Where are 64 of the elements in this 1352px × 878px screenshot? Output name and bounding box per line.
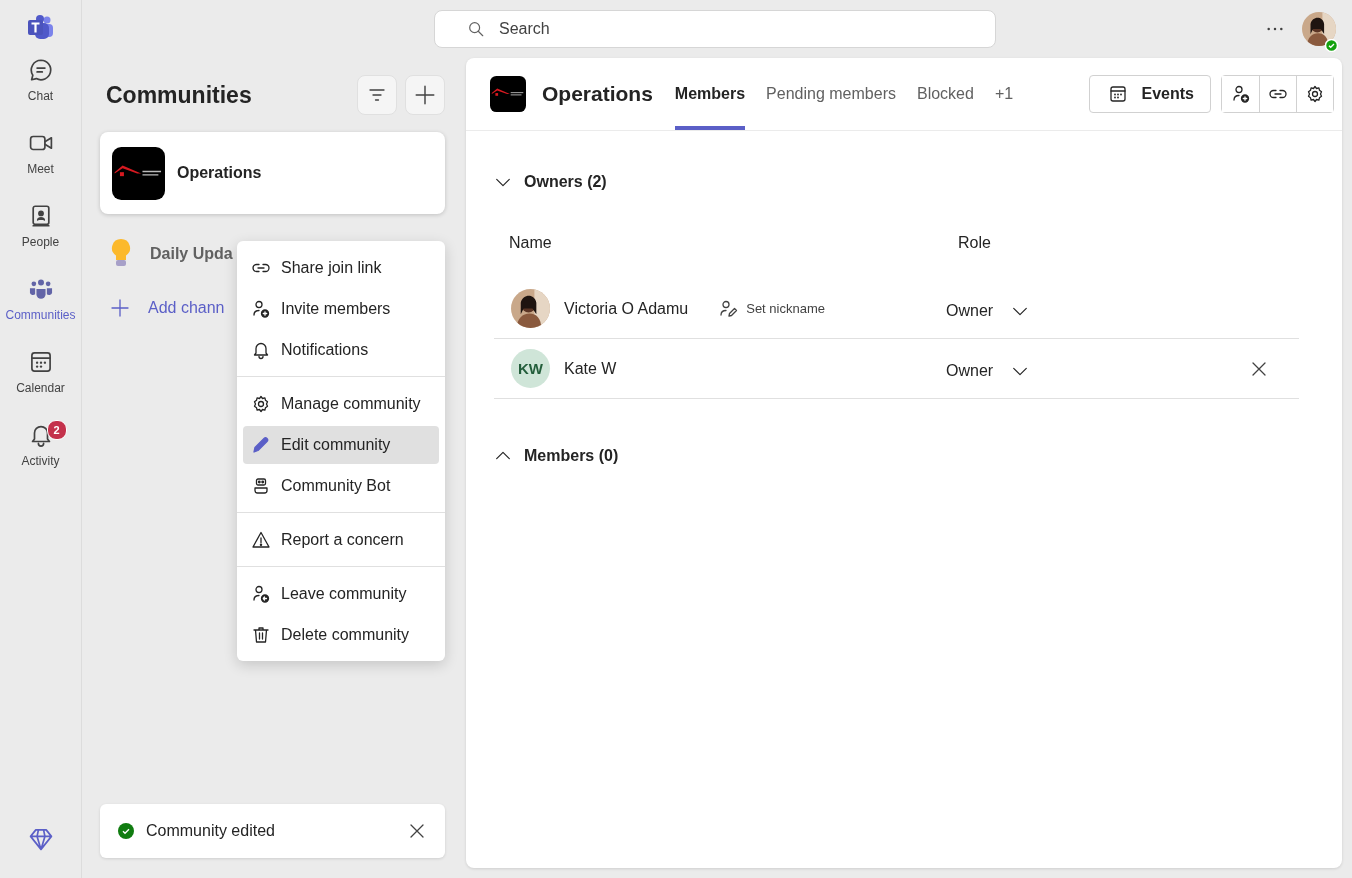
section-title: Owners (2) bbox=[524, 173, 607, 191]
search-box[interactable]: Search bbox=[434, 10, 996, 48]
menu-item[interactable]: Leave community bbox=[243, 574, 439, 613]
person-edit-icon bbox=[718, 298, 739, 319]
plus-icon bbox=[414, 84, 436, 106]
rail-item[interactable]: Chat bbox=[3, 49, 78, 113]
plus-icon bbox=[110, 298, 130, 318]
filter-button[interactable] bbox=[357, 75, 397, 115]
rail-item[interactable]: Communities bbox=[3, 268, 78, 332]
community-logo-icon bbox=[112, 146, 165, 200]
warning-icon bbox=[251, 529, 271, 550]
presence-icon bbox=[1325, 39, 1338, 52]
events-button[interactable]: Events bbox=[1088, 75, 1211, 113]
menu-item[interactable]: Manage community bbox=[243, 384, 439, 423]
person-add-icon bbox=[1230, 84, 1251, 104]
robot-icon bbox=[251, 475, 271, 496]
avatar: KW bbox=[511, 349, 550, 388]
menu-item[interactable]: Share join link bbox=[243, 248, 439, 287]
rail-item[interactable]: 2 Activity bbox=[3, 414, 78, 478]
menu-item[interactable]: Community Bot bbox=[243, 466, 439, 505]
search-field[interactable]: Search bbox=[499, 11, 987, 47]
search-icon bbox=[467, 20, 485, 38]
rail-item[interactable]: People bbox=[3, 195, 78, 259]
success-icon bbox=[118, 823, 134, 839]
chat-icon bbox=[27, 57, 54, 83]
column-header: Name bbox=[509, 234, 553, 252]
settings-button[interactable] bbox=[1296, 76, 1333, 112]
channel-item[interactable]: Daily Upda bbox=[150, 245, 233, 263]
member-name: Kate W bbox=[564, 359, 617, 378]
menu-item[interactable]: Delete community bbox=[243, 615, 439, 654]
column-header: Role bbox=[958, 234, 992, 252]
trash-icon bbox=[251, 624, 271, 645]
community-logo-icon bbox=[490, 76, 526, 112]
person-add-icon bbox=[251, 298, 271, 319]
sidebar-title: Communities bbox=[106, 81, 253, 109]
panel-title: Operations bbox=[542, 82, 653, 106]
menu-item[interactable]: Report a concern bbox=[243, 520, 439, 559]
community-card[interactable]: Operations bbox=[100, 132, 445, 214]
menu-item[interactable]: Invite members bbox=[243, 289, 439, 328]
rail-item[interactable]: Calendar bbox=[3, 341, 78, 405]
toast-message: Community edited bbox=[146, 822, 276, 840]
rail-item[interactable]: Meet bbox=[3, 122, 78, 186]
more-tabs-button[interactable]: +1 bbox=[994, 85, 1014, 103]
notification-badge: 2 bbox=[46, 420, 67, 440]
tab[interactable]: Members bbox=[674, 58, 746, 130]
tab[interactable]: Blocked bbox=[916, 58, 974, 130]
add-button[interactable] bbox=[405, 75, 445, 115]
menu-item[interactable]: Edit community bbox=[243, 425, 439, 464]
add-channel-link[interactable]: Add chann bbox=[148, 299, 225, 317]
role-dropdown[interactable]: Owner bbox=[946, 362, 1096, 380]
set-nickname-button[interactable]: Set nickname bbox=[718, 298, 825, 319]
gear-icon bbox=[1305, 84, 1325, 104]
calendar-icon bbox=[1107, 84, 1128, 104]
section-title: Members (0) bbox=[524, 447, 619, 465]
tab[interactable]: Pending members bbox=[766, 58, 896, 130]
person-leave-icon bbox=[251, 583, 271, 604]
member-name: Victoria O Adamu bbox=[564, 299, 689, 318]
gear-icon bbox=[251, 393, 271, 414]
diamond-icon bbox=[27, 826, 54, 852]
pencil-icon bbox=[251, 434, 271, 455]
app-logo-icon[interactable] bbox=[26, 14, 55, 40]
menu-item[interactable]: Notifications bbox=[243, 330, 439, 369]
role-dropdown[interactable]: Owner bbox=[946, 302, 1096, 320]
more-icon[interactable] bbox=[1266, 27, 1284, 31]
